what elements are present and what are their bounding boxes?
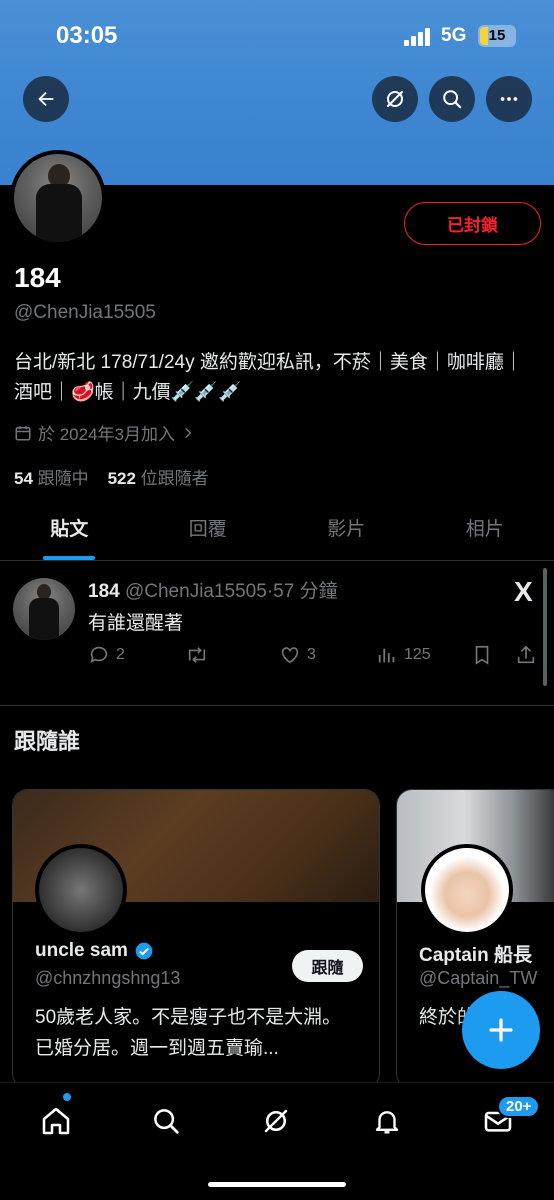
calendar-icon [15,425,31,440]
back-arrow-icon [38,91,54,107]
follow-button[interactable]: 跟隨 [292,950,363,982]
card-handle: @Captain_TW [419,968,538,988]
grok-button[interactable] [372,76,418,122]
reply-count: 2 [116,646,125,663]
reply-icon [90,646,108,663]
followers-count: 522 [107,469,136,488]
suggestion-card[interactable]: uncle sam @chnzhngshng13 跟隨 50歲老人家。不是瘦子也… [12,789,380,1089]
battery-level: 15 [488,27,506,44]
battery-icon: 15 [478,25,516,47]
tweet-text: 有誰還醒著 [88,613,184,634]
card-name: uncle sam [35,940,154,962]
tweet-time: ·57 分鐘 [266,581,338,602]
tab-photos[interactable]: 相片 [416,505,554,560]
tab-replies[interactable]: 回覆 [139,505,278,560]
nav-home[interactable] [36,1101,76,1141]
followers-link[interactable]: 522 位跟隨者 [108,469,209,488]
like-count: 3 [307,646,316,663]
bookmark-icon [475,645,489,665]
more-icon [500,97,518,101]
tab-posts[interactable]: 貼文 [0,505,139,560]
back-button[interactable] [23,76,69,122]
home-indicator [208,1182,346,1187]
home-icon [42,1107,70,1135]
grok-icon [264,1109,288,1133]
nav-search[interactable] [146,1101,186,1141]
follow-stats: 54 跟隨中 522 位跟隨者 [14,464,209,489]
views-count: 125 [404,646,431,663]
views-button[interactable]: 125 [376,644,431,666]
tweet-author-handle: @ChenJia15505 [124,581,267,602]
tab-videos[interactable]: 影片 [277,505,416,560]
following-label: 跟隨中 [37,469,89,488]
search-button[interactable] [429,76,475,122]
x-logo-icon: X [514,576,533,607]
search-icon [154,1109,179,1134]
views-icon [378,648,395,663]
profile-avatar[interactable] [10,150,106,246]
chevron-right-icon [185,427,192,438]
card-name-text: Captain 船長 [419,945,532,966]
card-name-text: uncle sam [35,940,128,961]
status-time: 03:05 [56,22,118,49]
search-icon [443,90,462,109]
blocked-button[interactable]: 已封鎖 [404,202,541,245]
profile-bio: 台北/新北 178/71/24y 邀約歡迎私訊，不菸｜美食｜咖啡廳｜酒吧｜🥩帳｜… [14,352,523,403]
like-button[interactable]: 3 [279,644,316,666]
following-count: 54 [14,469,33,488]
card-avatar[interactable] [35,844,127,936]
reply-button[interactable]: 2 [88,644,125,666]
card-avatar[interactable] [421,844,513,936]
card-bio: 50歲老人家。不是瘦子也不是大淵。已婚分居。週一到週五賣瑜... [35,1007,342,1059]
messages-badge: 20+ [497,1095,541,1118]
tweet[interactable]: 184 @ChenJia15505·57 分鐘 X 有誰還醒著 2 3 125 [0,562,554,706]
joined-text: 於 2024年3月加入 [38,425,175,444]
bookmark-button[interactable] [471,644,493,666]
repost-icon [188,647,206,663]
followers-label: 位跟隨者 [140,469,209,488]
scrollbar[interactable] [543,568,547,686]
joined-date[interactable]: 於 2024年3月加入 [14,420,195,445]
more-button[interactable] [486,76,532,122]
nav-notifications[interactable] [367,1101,407,1141]
profile-handle: @ChenJia15505 [14,302,156,323]
verified-badge-icon [135,942,153,960]
compose-plus-icon [489,1018,513,1042]
grok-icon [387,91,403,107]
who-to-follow-title: 跟隨誰 [14,729,81,754]
tweet-author-name: 184 [88,581,120,602]
share-button[interactable] [515,644,537,666]
home-notification-dot [63,1093,71,1101]
network-label: 5G [441,25,467,46]
tweet-header: 184 @ChenJia15505·57 分鐘 [88,576,338,603]
repost-button[interactable] [184,644,210,666]
tweet-avatar[interactable] [13,578,75,640]
heart-icon [281,647,299,664]
profile-display-name: 184 [14,262,61,293]
profile-tabs: 貼文 回覆 影片 相片 [0,505,554,561]
share-icon [517,645,535,664]
card-handle: @chnzhngshng13 [35,968,181,988]
nav-grok[interactable] [256,1101,296,1141]
signal-icon [404,28,432,46]
following-link[interactable]: 54 跟隨中 [14,469,89,488]
compose-button[interactable] [462,991,540,1069]
status-bar: 03:05 5G 15 [0,0,554,70]
bell-icon [375,1111,399,1134]
